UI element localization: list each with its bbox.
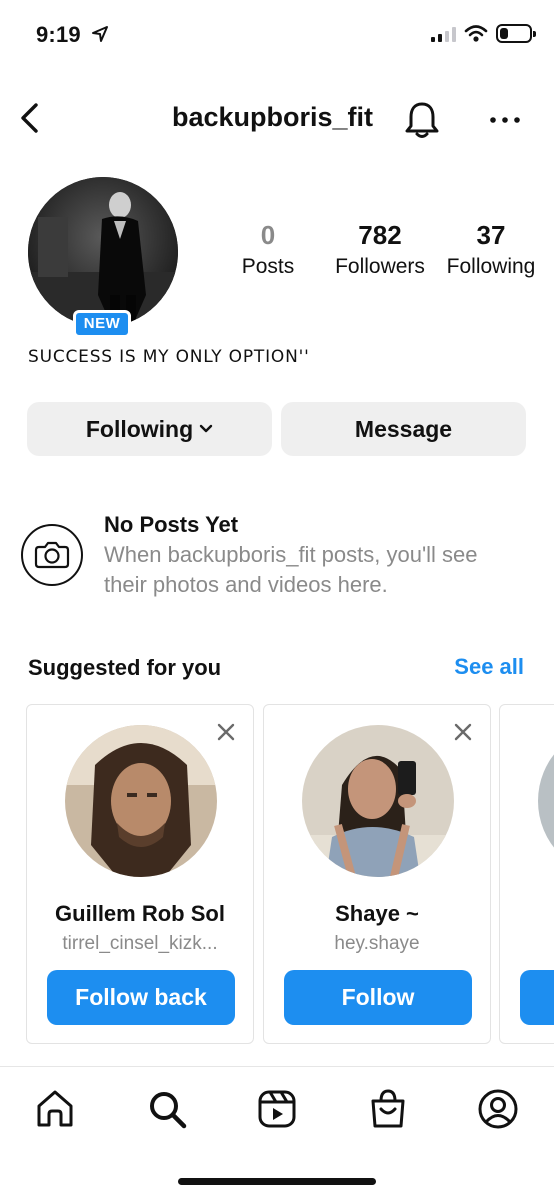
see-all-link[interactable]: See all <box>454 654 524 680</box>
follow-button[interactable] <box>520 970 554 1025</box>
back-icon[interactable] <box>12 100 48 136</box>
reels-icon[interactable] <box>255 1087 299 1131</box>
bell-icon[interactable] <box>402 100 442 140</box>
suggested-title: Suggested for you <box>28 655 222 680</box>
shop-icon[interactable] <box>366 1087 410 1131</box>
cellular-signal-icon <box>431 26 456 42</box>
status-bar: 9:19 <box>0 0 554 70</box>
suggestion-card[interactable]: Guillem Rob Sol tirrel_cinsel_kizk... Fo… <box>26 704 254 1044</box>
home-indicator <box>178 1178 376 1185</box>
close-icon[interactable] <box>215 721 237 743</box>
battery-icon <box>496 24 536 43</box>
follow-back-button[interactable]: Follow back <box>47 970 235 1025</box>
suggestion-card[interactable]: Shaye ~ hey.shaye Follow <box>263 704 491 1044</box>
suggestion-handle: hey.shaye <box>334 933 420 954</box>
message-button-label: Message <box>354 415 453 442</box>
new-badge: NEW <box>73 310 131 338</box>
suggestion-avatar[interactable] <box>538 725 554 877</box>
suggestion-handle: tirrel_cinsel_kizk... <box>62 933 218 954</box>
camera-icon <box>34 541 70 569</box>
suggestion-avatar[interactable] <box>65 725 217 877</box>
message-button[interactable]: Message <box>281 402 526 456</box>
suggestion-name: Guillem Rob Sol <box>55 901 225 926</box>
stat-posts-label: Posts <box>241 255 295 278</box>
stat-following-label: Following <box>446 255 536 278</box>
suggestion-name: Shaye ~ <box>335 901 419 926</box>
profile-avatar[interactable] <box>28 177 178 327</box>
close-icon[interactable] <box>452 721 474 743</box>
search-icon[interactable] <box>145 1087 189 1131</box>
location-arrow-icon <box>92 26 108 42</box>
no-posts-text: When backupboris_fit posts, you'll see t… <box>104 542 478 597</box>
stat-followers[interactable]: 782 Followers <box>328 220 432 284</box>
battery-level <box>500 28 508 39</box>
stat-posts-value: 0 <box>260 220 276 250</box>
suggestion-avatar[interactable] <box>302 725 454 877</box>
status-time: 9:19 <box>36 22 81 47</box>
more-options-icon[interactable] <box>488 110 522 130</box>
follow-button[interactable]: Follow <box>284 970 472 1025</box>
stat-followers-label: Followers <box>335 255 425 278</box>
stat-posts[interactable]: 0 Posts <box>232 220 304 284</box>
following-button-label: Following <box>85 415 194 442</box>
profile-bio: SUCCESS IS MY ONLY OPTION'' <box>28 347 310 367</box>
stat-followers-value: 782 <box>358 220 402 250</box>
suggestion-card-partial[interactable] <box>499 704 554 1044</box>
chevron-down-icon <box>199 424 213 433</box>
profile-username: backupboris_fit <box>172 102 374 132</box>
wifi-icon <box>464 25 488 42</box>
no-posts-camera <box>21 524 83 586</box>
no-posts-title: No Posts Yet <box>104 512 239 537</box>
stat-following-value: 37 <box>476 220 506 250</box>
profile-icon[interactable] <box>476 1087 520 1131</box>
stat-following[interactable]: 37 Following <box>440 220 542 284</box>
following-button[interactable]: Following <box>27 402 272 456</box>
home-icon[interactable] <box>33 1087 77 1131</box>
